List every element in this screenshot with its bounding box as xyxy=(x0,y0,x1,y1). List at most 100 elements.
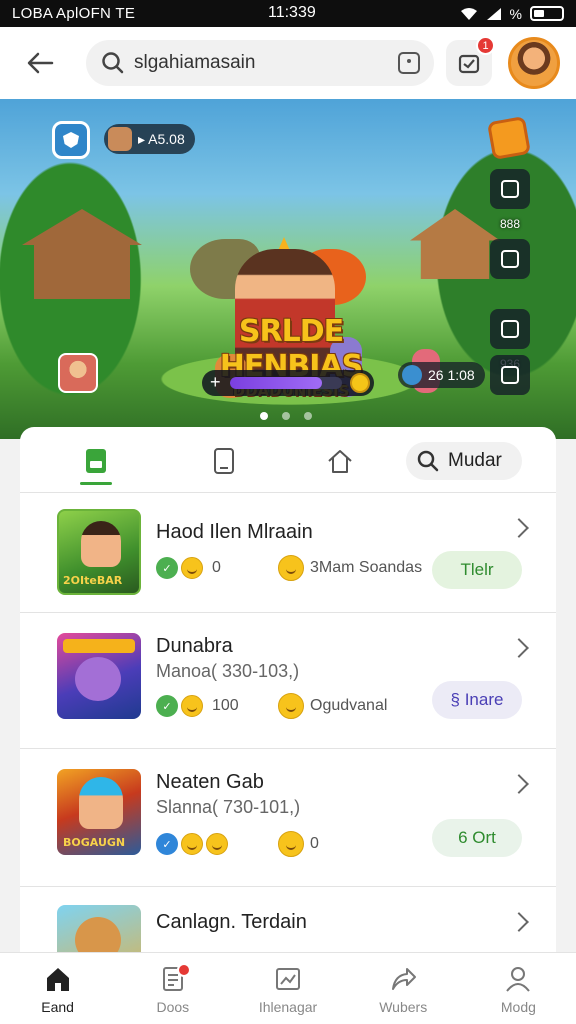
game-action-button[interactable]: § Inare xyxy=(432,681,522,719)
game-extra-text: 3Mam Soandas xyxy=(310,559,423,576)
search-icon xyxy=(417,450,439,472)
nav-item-home[interactable]: Eand xyxy=(0,953,115,1024)
character-thumbnail[interactable] xyxy=(58,353,98,393)
score-avatar xyxy=(402,365,422,385)
game-count: 0 xyxy=(310,835,319,852)
game-thumbnail xyxy=(57,905,141,957)
smile-icon xyxy=(206,833,228,855)
home-icon xyxy=(46,968,69,991)
game-count: 100 xyxy=(212,697,239,714)
game-title: Neaten Gab xyxy=(156,771,264,793)
game-title: Dunabra xyxy=(156,635,233,657)
search-input[interactable]: slgahiamasain xyxy=(86,40,434,86)
game-stats: ✓ 100 xyxy=(156,695,239,717)
shield-icon[interactable] xyxy=(52,121,90,159)
tab-tablet[interactable] xyxy=(204,441,244,481)
battery-icon xyxy=(530,6,564,21)
game-thumbnail xyxy=(57,633,141,719)
profile-icon xyxy=(506,967,531,992)
thumbnail-banner xyxy=(63,639,135,653)
progress-fill xyxy=(230,377,322,389)
carousel-dot[interactable] xyxy=(260,412,268,420)
house-outline-icon xyxy=(328,450,352,473)
side-count-1: 888 xyxy=(499,217,521,231)
nav-label: Modg xyxy=(500,999,536,1015)
game-thumbnail: 2OIteBAR xyxy=(57,509,141,595)
tab-active-indicator xyxy=(80,482,112,485)
mudar-button[interactable]: Mudar xyxy=(406,442,522,480)
game-extra: Ogudvanal xyxy=(278,693,387,719)
game-title: Haod Ilen Mlraain xyxy=(156,521,313,543)
camera-icon xyxy=(501,180,519,198)
smile-icon xyxy=(278,831,304,857)
bottom-navigation: Eand Doos Ihlenagar Wubers Modg xyxy=(0,952,576,1024)
camera-button[interactable] xyxy=(490,169,530,209)
game-subtitle: Slanna( 730-101,) xyxy=(156,797,301,817)
game-count: 0 xyxy=(212,559,221,576)
smile-icon xyxy=(278,693,304,719)
thumbnail-caption: 2OIteBAR xyxy=(63,574,123,587)
list-item[interactable]: Dunabra Manoa( 330-103,) ✓ 100 Ogudvanal… xyxy=(20,613,556,749)
coin-icon xyxy=(350,373,370,393)
user-avatar[interactable] xyxy=(508,37,560,89)
status-time: 11:339 xyxy=(268,4,316,21)
game-extra-text: Ogudvanal xyxy=(310,697,388,714)
signal-icon xyxy=(486,7,501,20)
carousel-dot[interactable] xyxy=(282,412,290,420)
carousel-dot[interactable] xyxy=(304,412,312,420)
shuffle-button[interactable] xyxy=(490,239,530,279)
player-pill[interactable]: ▸ A5.08 xyxy=(104,124,195,154)
game-action-button[interactable]: 6 Ort xyxy=(432,819,522,857)
list-item[interactable]: Canlagn. Terdain xyxy=(20,887,556,957)
battery-percent: % xyxy=(509,5,522,22)
nav-label: Doos xyxy=(156,999,190,1015)
smile-icon xyxy=(181,557,203,579)
tab-library[interactable] xyxy=(76,441,116,481)
shuffle-icon xyxy=(501,250,519,268)
share-icon xyxy=(501,320,519,338)
tab-home[interactable] xyxy=(320,441,360,481)
progress-track xyxy=(230,377,342,389)
notifications-button[interactable]: 1 xyxy=(446,36,495,86)
screenshot-button[interactable] xyxy=(490,355,530,395)
game-extra: 0 xyxy=(278,831,319,857)
smile-icon xyxy=(181,833,203,855)
back-button[interactable] xyxy=(20,43,60,83)
tablet-icon xyxy=(214,448,234,474)
verified-icon: ✓ xyxy=(156,557,178,579)
thumbnail-caption: BOGAUGN xyxy=(63,836,126,849)
game-extra: 3Mam Soandas xyxy=(278,555,422,581)
list-item[interactable]: 2OIteBAR Haod Ilen Mlraain ✓ 0 3Mam Soan… xyxy=(20,493,556,613)
tab-bar: Mudar xyxy=(20,427,556,493)
thumbnail-character xyxy=(79,777,123,829)
share-button[interactable] xyxy=(490,309,530,349)
hero-side-controls: 888 936 xyxy=(490,169,530,371)
status-carrier: LOBA AplOFN TE xyxy=(12,5,136,22)
game-subtitle: Manoa( 330-103,) xyxy=(156,661,300,681)
hero-banner[interactable]: ▸ A5.08 888 936 SRLDE HENBIAS DDADUNIESI… xyxy=(0,99,576,439)
nav-item-docs[interactable]: Doos xyxy=(115,953,230,1024)
score-pill[interactable]: 26 1:08 xyxy=(398,362,485,388)
chevron-right-icon[interactable] xyxy=(509,518,529,538)
chevron-right-icon[interactable] xyxy=(509,638,529,658)
nav-item-profile[interactable]: Modg xyxy=(461,953,576,1024)
carousel-dots[interactable] xyxy=(260,412,312,420)
player-pill-text: ▸ A5.08 xyxy=(138,130,185,147)
gift-icon[interactable] xyxy=(486,115,532,161)
info-icon: ✓ xyxy=(156,833,178,855)
smile-icon xyxy=(181,695,203,717)
plus-icon[interactable]: + xyxy=(210,372,221,393)
score-pill-text: 26 1:08 xyxy=(428,367,475,383)
chevron-right-icon[interactable] xyxy=(509,912,529,932)
chevron-right-icon[interactable] xyxy=(509,774,529,794)
hero-progress-bar: + xyxy=(202,370,374,396)
nav-badge xyxy=(177,963,192,977)
game-action-button[interactable]: Tlelr xyxy=(432,551,522,589)
library-icon xyxy=(86,449,106,473)
nav-item-wubers[interactable]: Wubers xyxy=(346,953,461,1024)
nav-item-manager[interactable]: Ihlenagar xyxy=(230,953,345,1024)
player-avatar xyxy=(108,127,132,151)
clipboard-icon[interactable] xyxy=(398,52,420,74)
game-thumbnail: BOGAUGN xyxy=(57,769,141,855)
list-item[interactable]: BOGAUGN Neaten Gab Slanna( 730-101,) ✓ 0… xyxy=(20,749,556,887)
